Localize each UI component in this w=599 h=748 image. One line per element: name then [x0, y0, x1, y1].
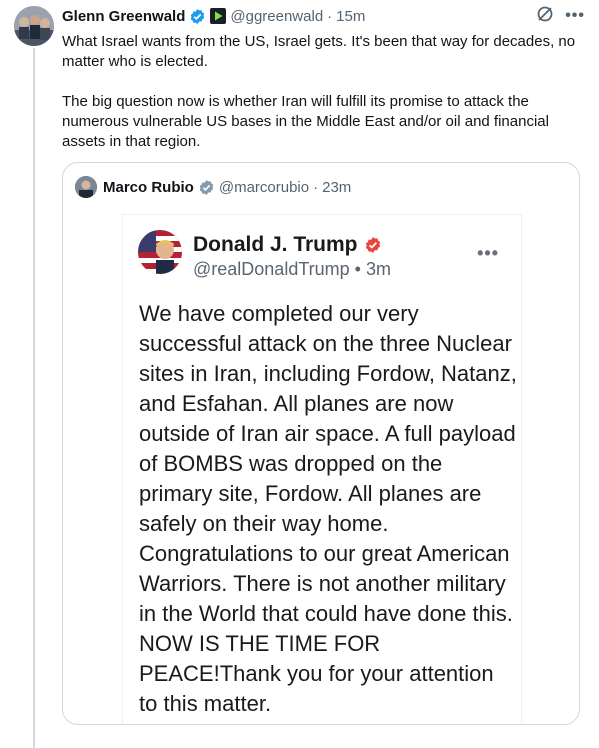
affiliation-badge-icon[interactable] [210, 8, 227, 24]
quoted-tweet-card[interactable]: Marco Rubio @marcorubio · 23m Donald J. … [62, 162, 580, 725]
separator-dot: · [327, 7, 333, 25]
quoted-author-handle[interactable]: @marcorubio [219, 179, 309, 196]
author-avatar[interactable] [14, 6, 54, 46]
tweet-paragraph: What Israel wants from the US, Israel ge… [62, 33, 576, 70]
embedded-post-text: We have completed our very successful at… [139, 301, 517, 716]
author-handle[interactable]: @ggreenwald [230, 8, 323, 25]
verified-badge-icon [198, 179, 215, 196]
tweet-paragraph: The big question now is whether Iran wil… [62, 93, 549, 150]
embedded-display-name: Donald J. Trump [193, 233, 358, 256]
truth-social-screenshot[interactable]: Donald J. Trump @realDonaldTrump • 3m ••… [123, 215, 521, 724]
quoted-tweet-timestamp[interactable]: 23m [322, 179, 351, 196]
embedded-author-avatar [138, 230, 182, 274]
tweet-header: Glenn Greenwald @ggreenwald · 15m ••• [62, 6, 585, 26]
grok-icon[interactable] [535, 4, 555, 28]
author-display-name[interactable]: Glenn Greenwald [62, 8, 185, 25]
embedded-verified-badge-icon [364, 236, 382, 254]
more-options-icon[interactable]: ••• [565, 7, 585, 25]
embedded-author-name: Donald J. Trump [193, 233, 382, 257]
tweet-text: What Israel wants from the US, Israel ge… [62, 32, 587, 152]
verified-badge-icon [189, 8, 206, 25]
tweet-timestamp[interactable]: 15m [336, 8, 365, 25]
embedded-handle-time: @realDonaldTrump • 3m [193, 259, 391, 279]
thread-connector-line [33, 48, 35, 748]
quoted-author-avatar[interactable] [75, 176, 97, 198]
quoted-tweet-header: Marco Rubio @marcorubio · 23m [75, 175, 351, 199]
quoted-author-display-name[interactable]: Marco Rubio [103, 179, 194, 196]
separator-dot: · [313, 178, 319, 196]
embedded-more-options-icon: ••• [477, 243, 499, 263]
